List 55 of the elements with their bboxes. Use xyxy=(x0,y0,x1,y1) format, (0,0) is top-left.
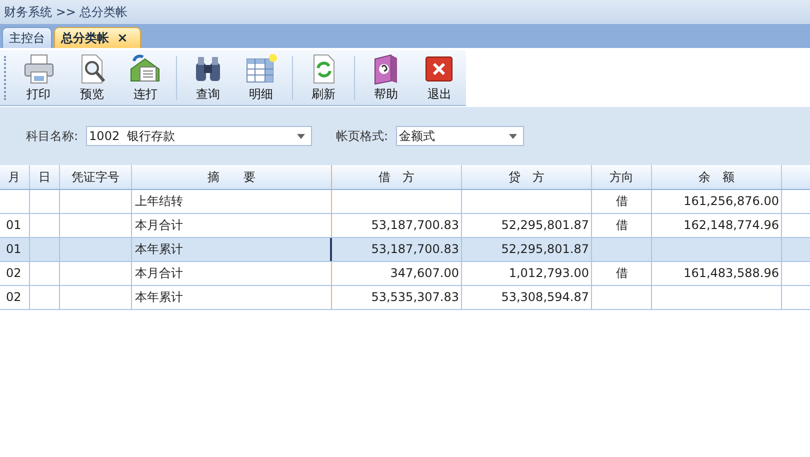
table-cell: 53,308,594.87 xyxy=(501,290,589,304)
table-cell: 本月合计 xyxy=(135,218,183,232)
table-cell: 53,187,700.83 xyxy=(371,242,459,256)
table-cell: 本年累计 xyxy=(135,290,183,304)
table-cell: 53,535,307.83 xyxy=(371,290,459,304)
table-row[interactable]: 上年结转 借 161,256,876.00 xyxy=(0,190,810,214)
filter-label: 科目名称: xyxy=(26,128,78,144)
table-cell: 01 xyxy=(6,218,22,232)
toolbar-button[interactable]: 帮助 xyxy=(359,52,413,104)
column-header[interactable]: 摘 要 xyxy=(132,165,332,189)
table-icon xyxy=(244,52,278,84)
column-header[interactable]: 余 额 xyxy=(652,165,782,189)
table-row[interactable]: 02 本月合计 347,607.00 1,012,793.00 借 161,483,588.96 xyxy=(0,262,810,286)
filter-label: 帐页格式: xyxy=(336,128,388,144)
table-cell: 347,607.00 xyxy=(390,266,459,280)
table-cell: 52,295,801.87 xyxy=(501,242,589,256)
toolbar-button[interactable]: 查询 xyxy=(181,52,234,104)
table-cell: 借 xyxy=(616,218,628,232)
caret-icon xyxy=(297,134,306,138)
table-cell: 本月合计 xyxy=(135,266,183,280)
toolbar-button[interactable]: 连打 xyxy=(118,52,172,104)
dropdown-field[interactable]: 金额式 xyxy=(396,126,524,146)
dropdown-field[interactable]: 1002 银行存款 xyxy=(86,126,312,146)
column-header[interactable]: 日 xyxy=(30,165,60,189)
column-header[interactable]: 方向 xyxy=(592,165,652,189)
table-cell: 上年结转 xyxy=(135,194,183,208)
table-cell: 162,148,774.96 xyxy=(684,218,779,232)
table-cell: 161,256,876.00 xyxy=(684,194,779,208)
table-cell: 01 xyxy=(6,242,22,256)
table-cell: 02 xyxy=(6,266,22,280)
table-cell: 53,187,700.83 xyxy=(371,218,459,232)
table-cell: 161,483,588.96 xyxy=(684,266,779,280)
column-header[interactable]: 月 xyxy=(0,165,30,189)
table-cell: 52,295,801.87 xyxy=(501,218,589,232)
toolbar-button[interactable]: 刷新 xyxy=(296,52,350,104)
table-cell: 借 xyxy=(616,194,628,208)
table-cell: 02 xyxy=(6,290,22,304)
column-header[interactable]: 借 方 xyxy=(332,165,462,189)
toolbar-button[interactable]: 打印 xyxy=(12,52,66,104)
tab[interactable]: 总分类帐 × xyxy=(54,27,141,48)
caret-icon xyxy=(509,134,518,138)
toolbar-button[interactable]: 明细 xyxy=(234,52,288,104)
toolbar-button[interactable]: 预览 xyxy=(65,52,119,104)
table-cell: 本年累计 xyxy=(135,242,183,256)
column-header[interactable]: 贷 方 xyxy=(462,165,592,189)
column-header[interactable]: 凭证字号 xyxy=(60,165,132,189)
close-icon[interactable]: × xyxy=(117,30,128,46)
table-cell: 借 xyxy=(616,266,628,280)
breadcrumb: 财务系统 >> 总分类帐 xyxy=(4,4,128,20)
printer-icon xyxy=(22,52,56,84)
table-row[interactable]: 02 本年累计 53,535,307.83 53,308,594.87 xyxy=(0,286,810,310)
table-cell: 1,012,793.00 xyxy=(508,266,589,280)
table-row[interactable]: 01 本年累计 53,187,700.83 52,295,801.87 xyxy=(0,238,810,262)
tab[interactable]: 主控台 xyxy=(2,27,52,48)
toolbar-button[interactable]: 退出 xyxy=(412,52,466,104)
